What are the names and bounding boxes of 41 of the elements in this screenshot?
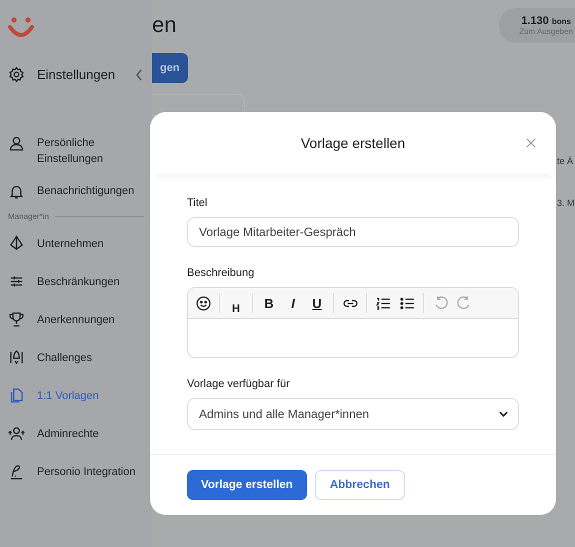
cancel-button[interactable]: Abbrechen <box>314 470 405 500</box>
settings-icon <box>8 66 25 83</box>
table-cell: 3. M <box>557 198 575 208</box>
smiley-logo-icon <box>8 16 34 40</box>
points-amount: 1.130 bons <box>521 15 571 27</box>
sidebar-heading: Einstellungen <box>37 67 116 82</box>
points-caption: Zum Ausgeben <box>519 27 573 36</box>
close-icon[interactable] <box>526 138 536 148</box>
availability-dropdown[interactable]: Admins und alle Manager*innen <box>187 398 519 430</box>
page-title: en <box>152 12 176 38</box>
field-label: Beschreibung <box>187 267 256 279</box>
trophy-icon <box>8 311 25 328</box>
field-label: Vorlage verfügbar für <box>187 378 291 390</box>
sidebar-item[interactable]: Anerkennungen <box>8 307 152 332</box>
primary-button[interactable]: gen <box>152 53 188 83</box>
italic-button[interactable]: I <box>282 292 304 314</box>
sidebar-item[interactable]: Benachrichtigungen <box>8 179 152 204</box>
bold-button[interactable]: B <box>258 292 280 314</box>
bell-icon <box>8 183 25 200</box>
field-label: Titel <box>187 197 208 209</box>
sidebar-item[interactable]: Beschränkungen <box>8 269 152 294</box>
signature-icon <box>8 463 25 480</box>
sidebar-item[interactable]: Adminrechte <box>8 421 152 446</box>
pyramid-icon <box>8 235 25 252</box>
users-icon <box>8 425 25 442</box>
caret-icon <box>499 411 508 417</box>
sidebar-item[interactable]: Personio Integration <box>8 459 152 484</box>
user-icon <box>8 135 25 152</box>
heading-button[interactable]: H <box>225 292 247 314</box>
create-button[interactable]: Vorlage erstellen <box>187 470 307 500</box>
column-header: te Ä <box>557 156 574 166</box>
sidebar-item[interactable]: Persönliche Einstellungen <box>8 131 152 171</box>
title-input-field[interactable]: Vorlage Mitarbeiter-Gespräch <box>187 217 519 247</box>
section-label: Manager*in <box>8 212 49 221</box>
sidebar-item[interactable]: Unternehmen <box>8 231 152 256</box>
rocket-icon <box>8 349 25 366</box>
underline-button[interactable]: U <box>306 292 328 314</box>
documents-icon <box>8 387 25 404</box>
modal-title: Vorlage erstellen <box>300 135 406 151</box>
sidebar-item[interactable]: Challenges <box>8 345 152 370</box>
collapse-chevron-icon[interactable] <box>135 68 143 80</box>
